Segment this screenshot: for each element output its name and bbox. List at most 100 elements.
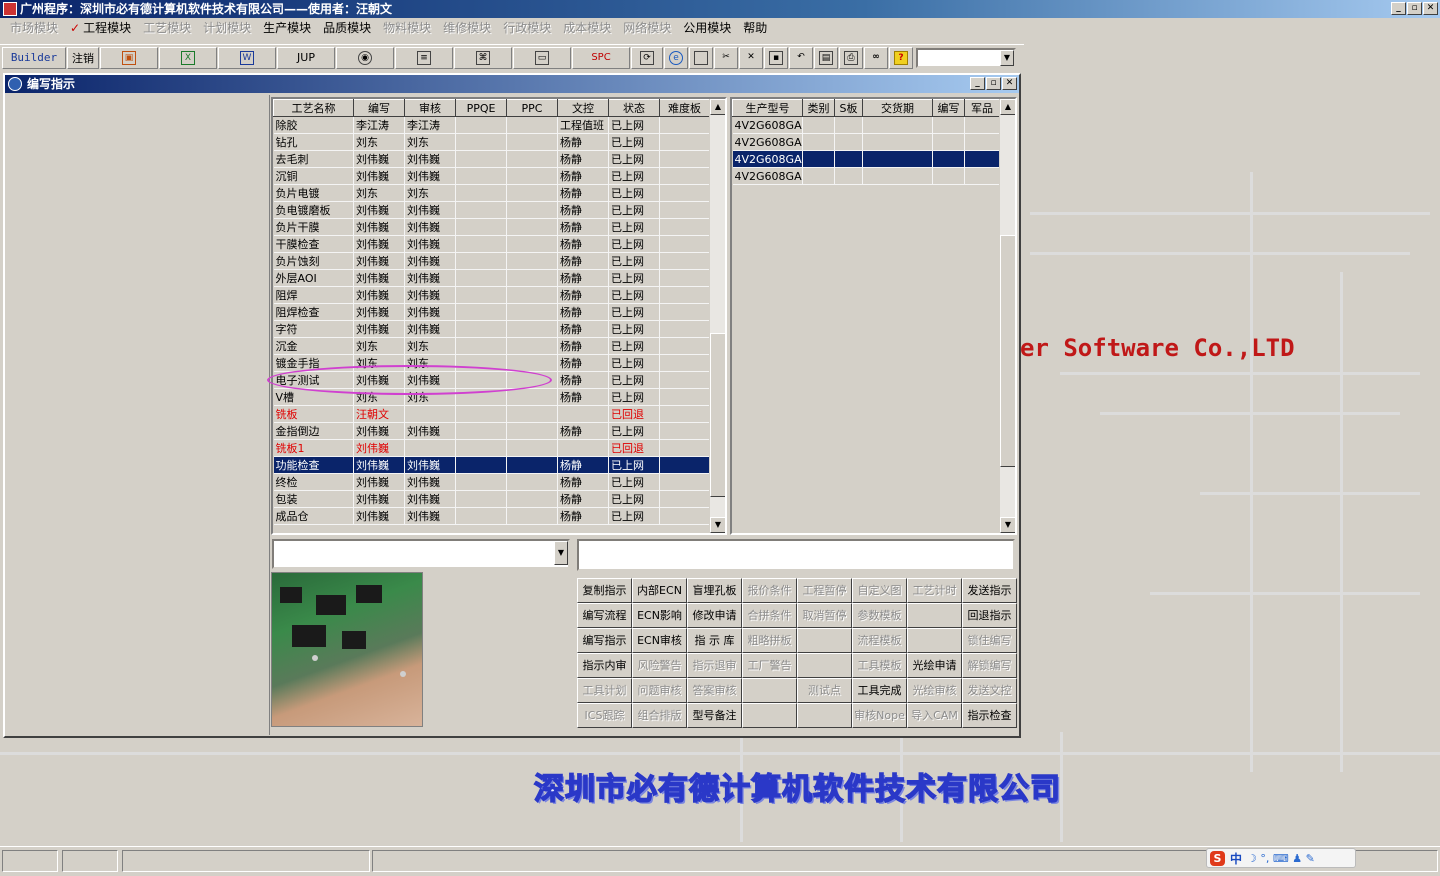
action-button-33[interactable]: 问题审核 — [632, 678, 687, 703]
table-cell[interactable] — [455, 201, 507, 219]
child-close-button[interactable]: ✕ — [1002, 77, 1017, 90]
scroll-thumb[interactable] — [1000, 235, 1015, 467]
table-cell[interactable] — [659, 507, 710, 525]
table-cell[interactable]: 钻孔 — [273, 133, 354, 151]
table-cell[interactable] — [964, 116, 1000, 134]
table-cell[interactable]: 沉铜 — [273, 167, 354, 185]
table-cell[interactable]: 刘伟巍 — [404, 490, 456, 508]
action-button-18[interactable]: 指 示 库 — [687, 628, 742, 653]
column-header[interactable]: 难度板 — [659, 99, 710, 117]
table-cell[interactable]: 金指倒边 — [273, 422, 354, 440]
table-cell[interactable] — [802, 167, 835, 185]
table-cell[interactable] — [659, 252, 710, 270]
table-cell[interactable] — [506, 235, 558, 253]
action-button-36[interactable]: 测试点 — [797, 678, 852, 703]
delete-button[interactable]: ✕ — [739, 46, 763, 69]
table-cell[interactable] — [506, 439, 558, 457]
table-cell[interactable] — [455, 167, 507, 185]
table-cell[interactable]: 负电镀磨板 — [273, 201, 354, 219]
action-button-0[interactable]: 复制指示 — [577, 578, 632, 603]
refresh-button[interactable]: ⟳ — [631, 46, 663, 69]
chevron-down-icon[interactable]: ▼ — [554, 541, 568, 565]
table-cell[interactable] — [802, 116, 835, 134]
model-row[interactable]: 4V2G608GA0 — [732, 133, 1000, 151]
table-cell[interactable]: 刘伟巍 — [404, 235, 456, 253]
table-cell[interactable]: 刘东 — [353, 184, 405, 202]
action-button-35[interactable] — [742, 678, 797, 703]
table-cell[interactable] — [659, 490, 710, 508]
table-cell[interactable]: 刘伟巍 — [404, 269, 456, 287]
process-row[interactable]: 除胶 李江涛 李江涛 工程值班 已上网 — [273, 116, 710, 134]
table-cell[interactable]: 已上网 — [608, 337, 660, 355]
restore-button[interactable]: ▫ — [1407, 2, 1422, 15]
column-header[interactable]: PPQE — [455, 99, 507, 117]
menu-item-11[interactable]: 公用模块 — [677, 19, 737, 37]
action-button-45[interactable]: 审核Nope — [852, 703, 907, 728]
table-cell[interactable]: 已上网 — [608, 320, 660, 338]
column-header[interactable]: 生产型号 — [732, 99, 803, 117]
table-cell[interactable] — [455, 235, 507, 253]
table-cell[interactable] — [455, 439, 507, 457]
table-cell[interactable] — [834, 116, 863, 134]
table-cell[interactable]: 包装 — [273, 490, 354, 508]
table-cell[interactable]: 已上网 — [608, 235, 660, 253]
ime-symbols[interactable]: ☽ °, ⌨ ♟ ✎ — [1247, 852, 1315, 865]
table-cell[interactable]: 已回退 — [608, 405, 660, 423]
table-cell[interactable]: 刘伟巍 — [353, 201, 405, 219]
menu-item-10[interactable]: 网络模块 — [617, 19, 677, 37]
table-cell[interactable]: 除胶 — [273, 116, 354, 134]
table-cell[interactable] — [932, 116, 965, 134]
table-cell[interactable] — [659, 286, 710, 304]
table-cell[interactable]: 已上网 — [608, 201, 660, 219]
action-button-11[interactable]: 合拼条件 — [742, 603, 797, 628]
table-cell[interactable] — [964, 167, 1000, 185]
table-cell[interactable]: 已上网 — [608, 133, 660, 151]
table-cell[interactable] — [659, 133, 710, 151]
table-cell[interactable]: 刘伟巍 — [353, 150, 405, 168]
scroll-down-icon[interactable]: ▼ — [1000, 517, 1015, 533]
remark-combo[interactable]: ▼ — [272, 539, 570, 569]
save-button[interactable]: ▪ — [764, 46, 788, 69]
table-cell[interactable] — [659, 218, 710, 236]
table-cell[interactable]: 刘东 — [404, 337, 456, 355]
table-cell[interactable]: 4V2G608GA1 — [732, 150, 803, 168]
table-cell[interactable]: 负片电镀 — [273, 184, 354, 202]
powerpoint-button[interactable]: ▣ — [100, 46, 158, 69]
action-button-38[interactable]: 光绘审核 — [907, 678, 962, 703]
table-cell[interactable] — [659, 473, 710, 491]
table-cell[interactable]: 已上网 — [608, 507, 660, 525]
table-cell[interactable]: 外层AOI — [273, 269, 354, 287]
process-row[interactable]: 负电镀磨板 刘伟巍 刘伟巍 杨静 已上网 — [273, 201, 710, 219]
table-cell[interactable] — [455, 116, 507, 134]
table-cell[interactable]: 杨静 — [557, 422, 609, 440]
menu-item-6[interactable]: 物料模块 — [377, 19, 437, 37]
jup-button[interactable]: JUP — [277, 46, 335, 69]
view-button[interactable]: ◉ — [336, 46, 394, 69]
table-cell[interactable]: 已上网 — [608, 218, 660, 236]
scroll-up-icon[interactable]: ▲ — [1000, 99, 1015, 115]
table-cell[interactable]: 阻焊 — [273, 286, 354, 304]
table-cell[interactable]: 去毛刺 — [273, 150, 354, 168]
table-cell[interactable]: 杨静 — [557, 388, 609, 406]
process-row[interactable]: 字符 刘伟巍 刘伟巍 杨静 已上网 — [273, 320, 710, 338]
table-cell[interactable]: 刘伟巍 — [353, 218, 405, 236]
process-grid-scrollbar[interactable]: ▲ ▼ — [709, 99, 725, 533]
action-button-28[interactable] — [797, 653, 852, 678]
process-row[interactable]: 外层AOI 刘伟巍 刘伟巍 杨静 已上网 — [273, 269, 710, 287]
action-button-30[interactable]: 光绘申请 — [907, 653, 962, 678]
table-cell[interactable] — [932, 150, 965, 168]
table-cell[interactable] — [932, 133, 965, 151]
table-cell[interactable] — [506, 150, 558, 168]
table-cell[interactable]: 刘伟巍 — [353, 167, 405, 185]
table-cell[interactable]: 杨静 — [557, 286, 609, 304]
table-cell[interactable]: 铣板1 — [273, 439, 354, 457]
table-cell[interactable] — [659, 235, 710, 253]
table-cell[interactable] — [455, 184, 507, 202]
model-row[interactable]: 4V2G608GA0 — [732, 116, 1000, 134]
table-cell[interactable]: 杨静 — [557, 490, 609, 508]
table-cell[interactable] — [506, 218, 558, 236]
process-row[interactable]: 电子测试 刘伟巍 刘伟巍 杨静 已上网 — [273, 371, 710, 389]
table-cell[interactable]: 刘伟巍 — [353, 473, 405, 491]
table-cell[interactable]: 杨静 — [557, 218, 609, 236]
table-cell[interactable] — [659, 405, 710, 423]
